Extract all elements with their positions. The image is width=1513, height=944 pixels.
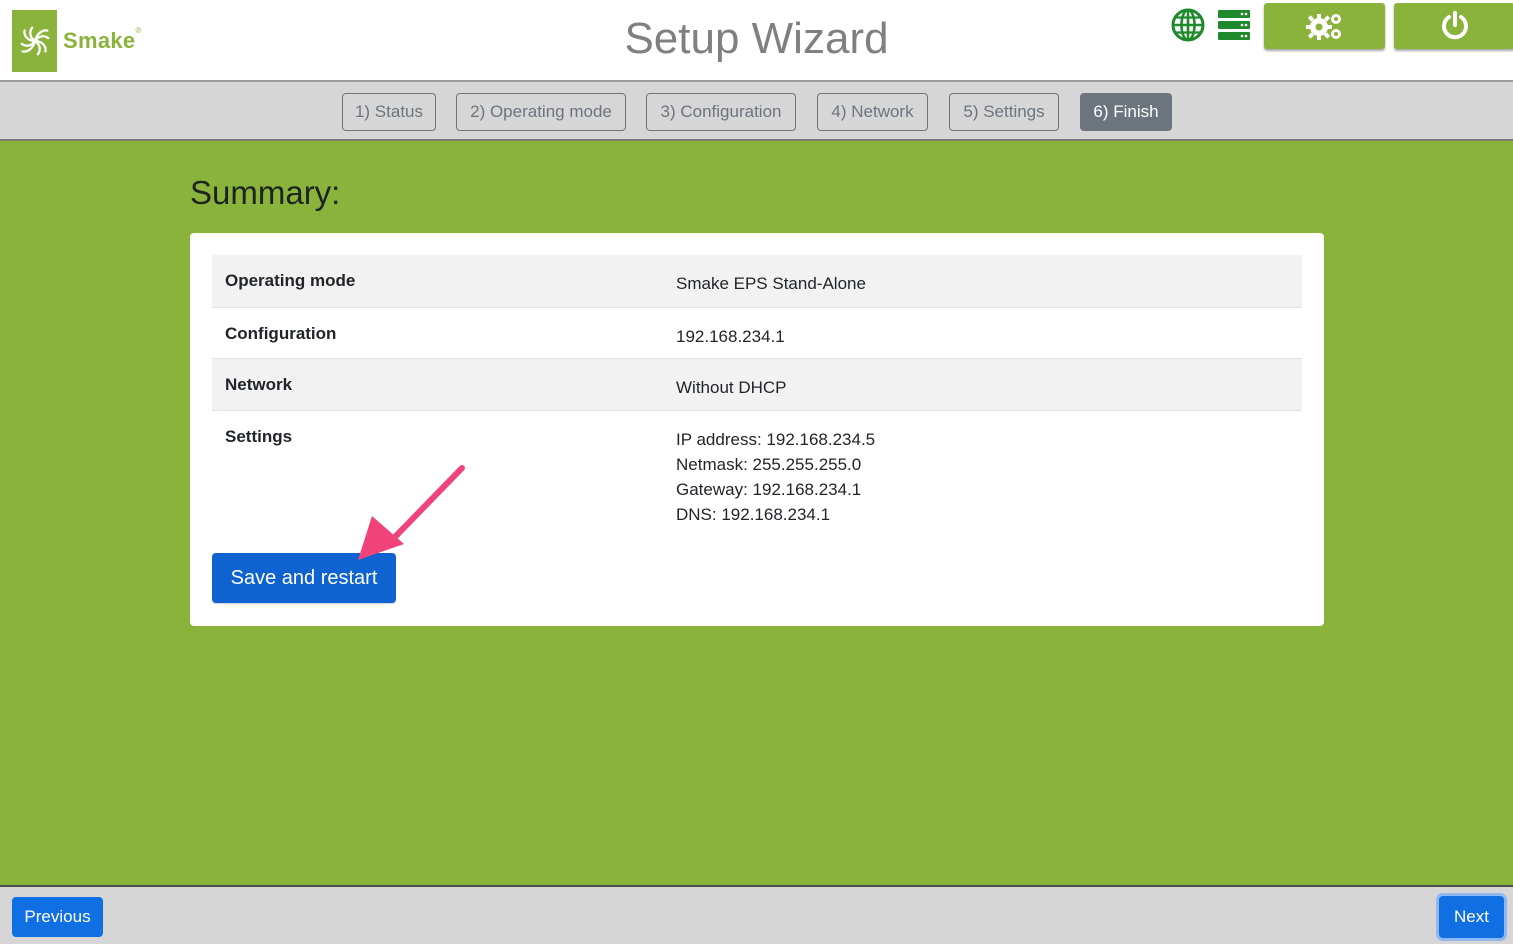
netmask-value: Netmask: 255.255.255.0 <box>676 455 862 474</box>
summary-card: Operating mode Smake EPS Stand-Alone Con… <box>190 233 1324 626</box>
save-and-restart-button[interactable]: Save and restart <box>212 553 396 603</box>
step-finish[interactable]: 6) Finish <box>1080 93 1172 131</box>
row-label: Settings <box>225 427 293 446</box>
step-configuration[interactable]: 3) Configuration <box>646 93 796 131</box>
step-status[interactable]: 1) Status <box>342 93 436 131</box>
wizard-footer: Previous Next <box>0 885 1513 944</box>
gears-icon <box>1305 14 1341 40</box>
row-value: Without DHCP <box>676 378 787 397</box>
server-icon[interactable] <box>1217 8 1251 42</box>
ip-address-value: IP address: 192.168.234.5 <box>676 430 876 449</box>
power-icon <box>1441 11 1468 40</box>
step-settings[interactable]: 5) Settings <box>949 93 1059 131</box>
globe-icon[interactable] <box>1171 8 1205 42</box>
row-label: Configuration <box>225 324 337 343</box>
summary-row: Network Without DHCP <box>212 358 1302 410</box>
settings-values: IP address: 192.168.234.5 Netmask: 255.2… <box>676 427 875 527</box>
row-label: Network <box>225 375 293 394</box>
wizard-steps: 1) Status 2) Operating mode 3) Configura… <box>0 82 1513 141</box>
previous-button[interactable]: Previous <box>12 897 103 937</box>
step-operating-mode[interactable]: 2) Operating mode <box>456 93 626 131</box>
app-header: Smake® Setup Wizard <box>0 0 1513 82</box>
step-network[interactable]: 4) Network <box>817 93 928 131</box>
power-button[interactable] <box>1394 3 1513 49</box>
summary-row: Configuration 192.168.234.1 <box>212 307 1302 358</box>
summary-row: Operating mode Smake EPS Stand-Alone <box>212 255 1302 307</box>
summary-heading: Summary: <box>190 174 341 211</box>
settings-button[interactable] <box>1264 3 1385 49</box>
summary-row: Settings IP address: 192.168.234.5 Netma… <box>212 410 1302 530</box>
row-value: 192.168.234.1 <box>676 327 785 346</box>
gateway-value: Gateway: 192.168.234.1 <box>676 480 862 499</box>
dns-value: DNS: 192.168.234.1 <box>676 505 831 524</box>
row-value: Smake EPS Stand-Alone <box>676 274 866 293</box>
next-button[interactable]: Next <box>1439 896 1504 938</box>
row-label: Operating mode <box>225 271 356 290</box>
